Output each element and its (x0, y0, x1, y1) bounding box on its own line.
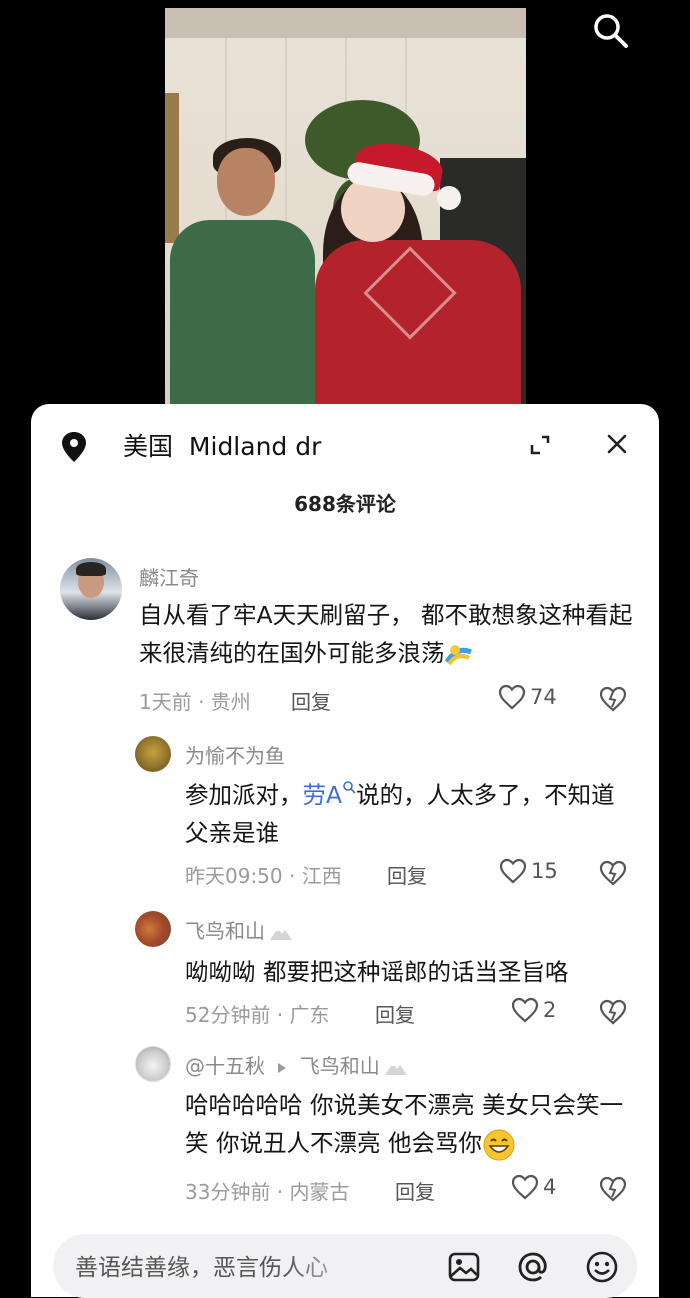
reply-arrow-icon (278, 1062, 287, 1073)
heart-icon (511, 1174, 539, 1200)
avatar[interactable] (60, 558, 122, 620)
comment-text: 自从看了牢A天天刷留子， 都不敢想象这种看起来很清纯的在国外可能多浪荡 (139, 601, 633, 667)
comment-author[interactable]: 为愉不为鱼 (185, 740, 285, 769)
heart-icon (498, 684, 526, 710)
dislike-heart-icon[interactable] (599, 1176, 627, 1202)
comment-input[interactable]: 善语结善缘，恶言伤人心 (75, 1248, 375, 1282)
avatar[interactable] (135, 911, 171, 947)
comment-time-location: 33分钟前 · 内蒙古 (185, 1180, 350, 1204)
like-button[interactable]: 4 (511, 1174, 556, 1200)
sheet-header: 美国 Midland dr 688条评论 (31, 404, 659, 516)
like-count: 4 (543, 1175, 557, 1199)
dislike-heart-icon[interactable] (599, 860, 627, 886)
heart-icon (511, 997, 539, 1023)
image-icon[interactable] (447, 1250, 481, 1284)
comment-author[interactable]: @十五秋 飞鸟和山 (185, 1050, 408, 1079)
reply-button[interactable]: 回复 (395, 1176, 435, 1205)
emoji-icon (444, 644, 472, 665)
reply-button[interactable]: 回复 (387, 860, 427, 889)
comment-item: 为愉不为鱼 参加派对，劳A 说的，人太多了，不知道父亲是谁 昨天09:50 · 江… (31, 734, 659, 894)
close-icon[interactable] (606, 433, 628, 455)
heart-icon (499, 858, 527, 884)
like-button[interactable]: 2 (511, 997, 556, 1023)
search-icon (343, 781, 356, 794)
dislike-heart-icon[interactable] (599, 999, 627, 1025)
reply-button[interactable]: 回复 (291, 686, 331, 715)
emoji-icon[interactable] (585, 1250, 619, 1284)
avatar[interactable] (135, 1046, 171, 1082)
like-count: 15 (531, 859, 558, 883)
reply-button[interactable]: 回复 (375, 999, 415, 1028)
like-button[interactable]: 74 (498, 684, 557, 710)
location-label[interactable]: 美国 Midland dr (123, 430, 321, 464)
mountain-badge-icon (270, 927, 292, 940)
location-country: 美国 (123, 432, 174, 461)
comment-item: @十五秋 飞鸟和山 哈哈哈哈哈 你说美女不漂亮 美女只会笑一笑 你说丑人不漂亮 … (31, 1044, 659, 1214)
grinning-emoji-icon (483, 1129, 515, 1160)
expand-icon[interactable] (528, 433, 552, 457)
comment-text: 参加派对，劳A 说的，人太多了，不知道父亲是谁 (185, 781, 615, 847)
comment-item: 麟江奇 自从看了牢A天天刷留子， 都不敢想象这种看起来很清纯的在国外可能多浪荡 … (31, 554, 659, 724)
location-place: Midland dr (188, 432, 322, 461)
comment-item: 飞鸟和山 呦呦呦 都要把这种谣郎的话当圣旨咯 52分钟前 · 广东 回复 2 (31, 909, 659, 1029)
video-frame[interactable] (165, 8, 526, 408)
comment-author[interactable]: 麟江奇 (139, 562, 199, 591)
comment-count: 688条评论 (294, 492, 396, 516)
at-icon[interactable] (516, 1250, 550, 1284)
comment-time-location: 昨天09:50 · 江西 (185, 864, 342, 888)
comment-author[interactable]: 飞鸟和山 (185, 915, 293, 944)
comment-text: 哈哈哈哈哈 你说美女不漂亮 美女只会笑一笑 你说丑人不漂亮 他会骂你 (185, 1086, 625, 1162)
comment-input-bar[interactable]: 善语结善缘，恶言伤人心 (53, 1234, 637, 1298)
comment-sheet: 美国 Midland dr 688条评论 麟江奇 自从看了牢A天天刷留子， 都不… (31, 404, 659, 1298)
search-icon[interactable] (590, 10, 630, 50)
mountain-badge-icon (384, 1062, 407, 1075)
dislike-heart-icon[interactable] (599, 686, 627, 712)
comment-time-location: 52分钟前 · 广东 (185, 1003, 330, 1027)
like-count: 2 (543, 998, 557, 1022)
comment-text: 呦呦呦 都要把这种谣郎的话当圣旨咯 (185, 958, 569, 986)
avatar[interactable] (135, 736, 171, 772)
comment-time-location: 1天前 · 贵州 (139, 690, 251, 714)
like-count: 74 (530, 685, 557, 709)
location-pin-icon (62, 432, 86, 462)
like-button[interactable]: 15 (499, 858, 558, 884)
mention-link[interactable]: 劳A (303, 781, 357, 809)
